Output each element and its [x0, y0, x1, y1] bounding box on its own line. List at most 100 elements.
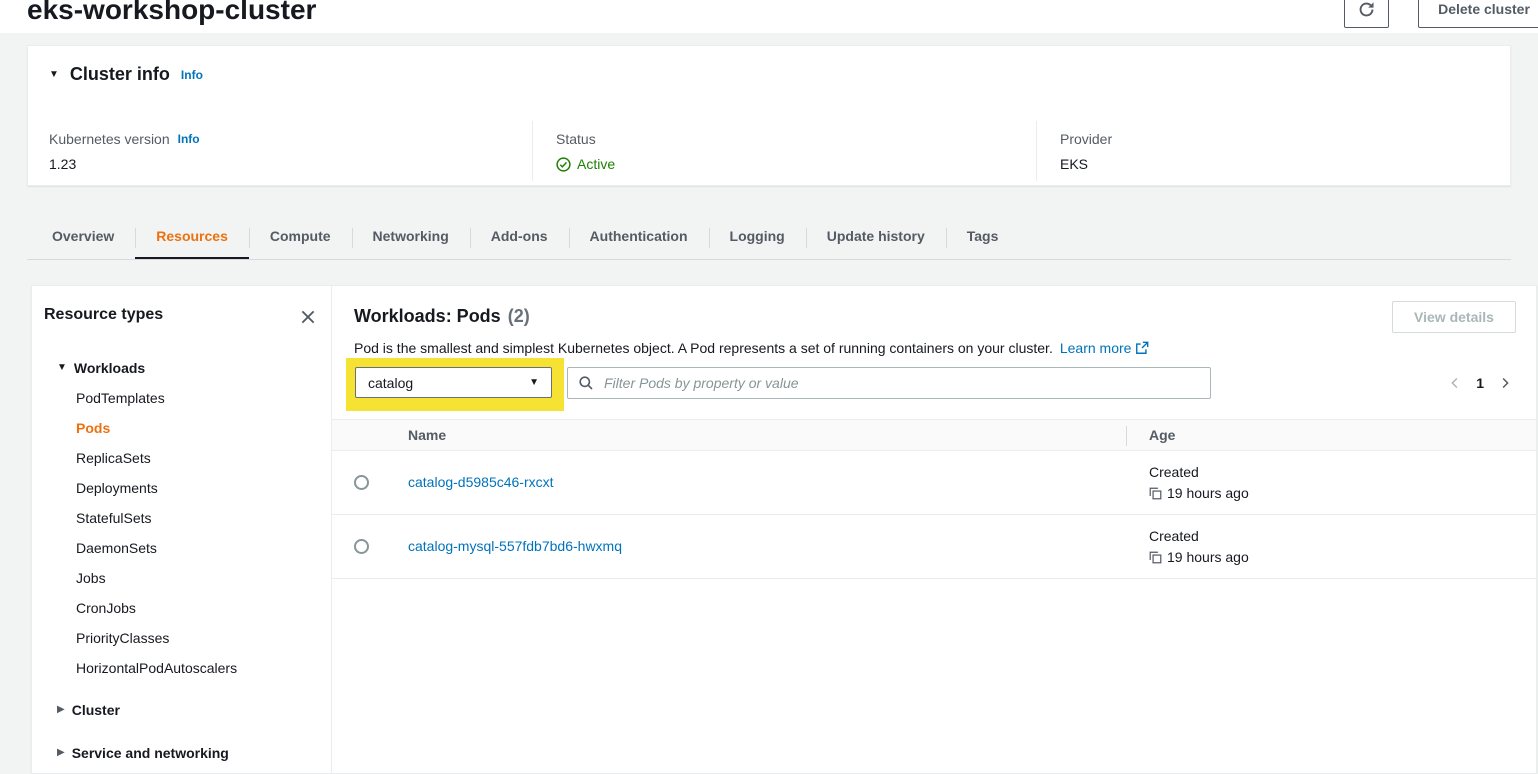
current-page-number[interactable]: 1 [1476, 375, 1484, 391]
tree-group-label: Service and networking [72, 745, 229, 761]
cluster-info-columns: Kubernetes version Info 1.23 Status Acti… [28, 121, 1510, 187]
tab-add-ons[interactable]: Add-ons [470, 215, 569, 260]
sidebar-item-jobs[interactable]: Jobs [32, 563, 331, 593]
previous-page-button[interactable] [1449, 376, 1461, 390]
sidebar-item-priorityclasses[interactable]: PriorityClasses [32, 623, 331, 653]
row-select-radio[interactable] [354, 475, 369, 490]
resources-card: Resource types ▼ Workloads PodTemplates … [31, 285, 1537, 774]
column-divider [1126, 426, 1127, 446]
pods-table-header: Name Age [332, 419, 1536, 451]
caret-right-icon: ▶ [57, 705, 65, 715]
tab-networking[interactable]: Networking [352, 215, 470, 260]
pods-filter-input[interactable] [567, 367, 1211, 399]
next-page-button[interactable] [1499, 376, 1511, 390]
kubernetes-version-label: Kubernetes version [49, 131, 170, 147]
cluster-info-header: ▼ Cluster info Info [49, 64, 203, 85]
status-badge: Active [577, 156, 615, 172]
delete-cluster-button[interactable]: Delete cluster [1418, 0, 1538, 28]
view-details-button[interactable]: View details [1392, 301, 1516, 333]
tab-tags[interactable]: Tags [946, 215, 1020, 260]
sidebar-item-daemonsets[interactable]: DaemonSets [32, 533, 331, 563]
sidebar-item-cronjobs[interactable]: CronJobs [32, 593, 331, 623]
tree-group-service-and-networking[interactable]: ▶ Service and networking [32, 738, 331, 768]
age-cell: Created 19 hours ago [1149, 464, 1249, 501]
refresh-button[interactable] [1344, 0, 1389, 28]
provider-field: Provider EKS [1060, 131, 1112, 172]
provider-label: Provider [1060, 131, 1112, 147]
resource-types-title: Resource types [44, 306, 163, 324]
copy-icon [1149, 487, 1162, 500]
learn-more-link[interactable]: Learn more [1060, 340, 1150, 356]
refresh-icon [1358, 1, 1375, 18]
cluster-info-title: Cluster info [70, 64, 170, 85]
sidebar-item-pods[interactable]: Pods [32, 413, 331, 443]
tab-resources[interactable]: Resources [135, 215, 249, 260]
resource-tree: ▼ Workloads PodTemplates Pods ReplicaSet… [32, 353, 331, 768]
age-column-header[interactable]: Age [1149, 427, 1175, 443]
namespace-filter-dropdown[interactable]: catalog ▼ [355, 367, 552, 398]
sidebar-item-deployments[interactable]: Deployments [32, 473, 331, 503]
tab-compute[interactable]: Compute [249, 215, 352, 260]
age-value: 19 hours ago [1167, 485, 1249, 501]
external-link-icon [1135, 341, 1149, 355]
column-divider [532, 121, 533, 181]
caret-down-icon: ▼ [57, 363, 67, 373]
tab-logging[interactable]: Logging [709, 215, 806, 260]
tree-group-cluster[interactable]: ▶ Cluster [32, 695, 331, 725]
row-select-radio[interactable] [354, 539, 369, 554]
kubernetes-version-info-link[interactable]: Info [178, 132, 200, 146]
pods-search [567, 367, 1211, 399]
tree-group-label: Workloads [74, 360, 145, 376]
tab-overview[interactable]: Overview [31, 215, 135, 260]
collapse-caret-icon[interactable]: ▼ [49, 70, 59, 80]
name-column-header[interactable]: Name [408, 427, 446, 443]
page-header: eks-workshop-cluster Delete cluster [0, 0, 1538, 33]
page-title: eks-workshop-cluster [27, 0, 316, 26]
pagination: 1 [1449, 367, 1511, 399]
cluster-info-card: ▼ Cluster info Info Kubernetes version I… [27, 45, 1511, 186]
tabs-divider [27, 259, 1511, 260]
age-cell: Created 19 hours ago [1149, 528, 1249, 565]
status-field: Status Active [556, 131, 615, 172]
status-label: Status [556, 131, 596, 147]
search-icon [578, 375, 594, 391]
pods-description: Pod is the smallest and simplest Kuberne… [354, 340, 1149, 356]
kubernetes-version-field: Kubernetes version Info 1.23 [49, 131, 200, 172]
copy-icon [1149, 551, 1162, 564]
pods-table: Name Age catalog-d5985c46-rxcxt Created … [332, 419, 1536, 579]
age-created-label: Created [1149, 464, 1249, 480]
table-row: catalog-d5985c46-rxcxt Created 19 hours … [332, 451, 1536, 515]
learn-more-label: Learn more [1060, 340, 1132, 356]
sidebar-item-podtemplates[interactable]: PodTemplates [32, 383, 331, 413]
cluster-tabs: Overview Resources Compute Networking Ad… [31, 215, 1019, 260]
pods-panel-title: Workloads: Pods (2) [354, 306, 530, 327]
pods-count: (2) [508, 306, 530, 327]
eks-console-screen: eks-workshop-cluster Delete cluster ▼ Cl… [0, 0, 1538, 774]
tree-group-workloads[interactable]: ▼ Workloads [32, 353, 331, 383]
caret-right-icon: ▶ [57, 748, 65, 758]
sidebar-item-horizontalpodautoscalers[interactable]: HorizontalPodAutoscalers [32, 653, 331, 683]
pod-name-link[interactable]: catalog-mysql-557fdb7bd6-hwxmq [408, 538, 622, 554]
table-row: catalog-mysql-557fdb7bd6-hwxmq Created 1… [332, 515, 1536, 579]
pods-panel-title-text: Workloads: Pods [354, 306, 501, 327]
sidebar-item-replicasets[interactable]: ReplicaSets [32, 443, 331, 473]
column-divider [1036, 121, 1037, 181]
pods-description-text: Pod is the smallest and simplest Kuberne… [354, 340, 1053, 356]
tab-authentication[interactable]: Authentication [569, 215, 709, 260]
tree-group-label: Cluster [72, 702, 120, 718]
sidebar-item-statefulsets[interactable]: StatefulSets [32, 503, 331, 533]
age-value: 19 hours ago [1167, 549, 1249, 565]
close-icon [299, 308, 317, 326]
chevron-down-icon: ▼ [529, 377, 539, 388]
namespace-filter-value: catalog [368, 375, 413, 391]
cluster-info-info-link[interactable]: Info [181, 68, 203, 82]
age-created-label: Created [1149, 528, 1249, 544]
tab-update-history[interactable]: Update history [806, 215, 946, 260]
kubernetes-version-value: 1.23 [49, 156, 200, 172]
status-active-icon [556, 157, 571, 172]
resource-types-sidebar: Resource types ▼ Workloads PodTemplates … [32, 286, 332, 773]
close-sidebar-button[interactable] [298, 307, 318, 327]
pods-panel: Workloads: Pods (2) View details Pod is … [332, 286, 1536, 773]
provider-value: EKS [1060, 156, 1112, 172]
pod-name-link[interactable]: catalog-d5985c46-rxcxt [408, 474, 554, 490]
